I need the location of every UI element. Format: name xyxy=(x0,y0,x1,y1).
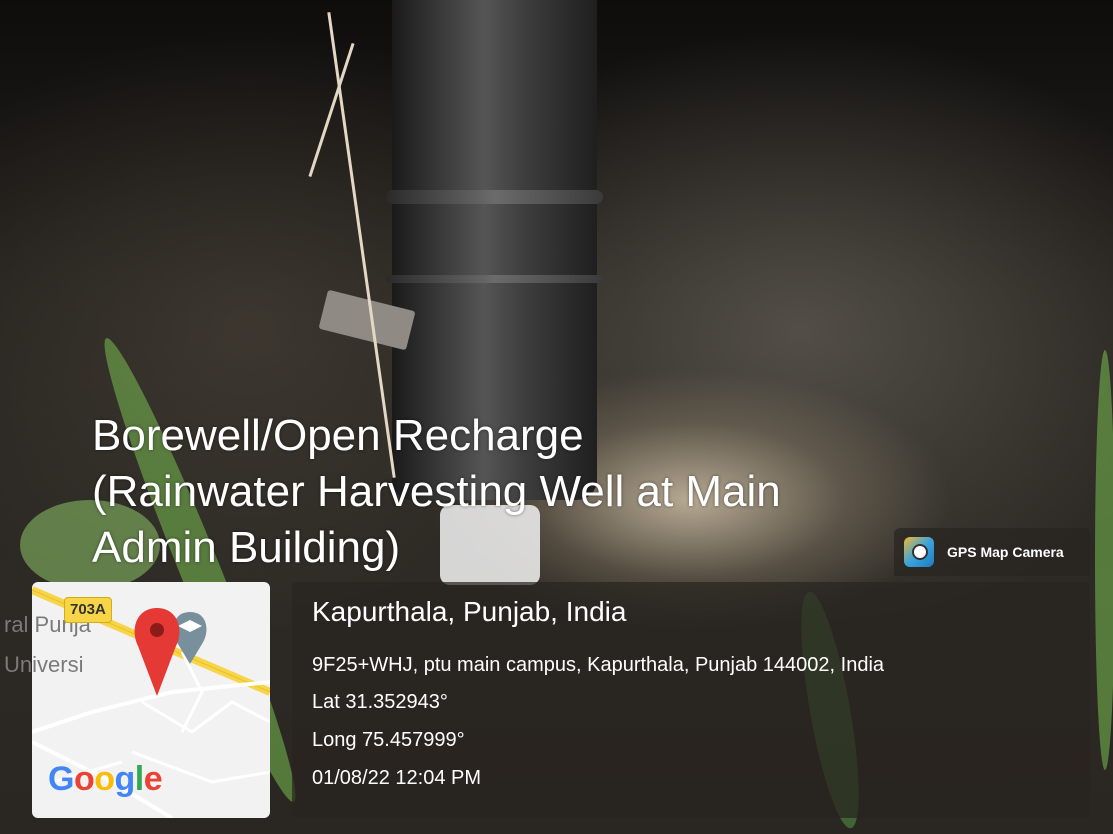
caption-line: Borewell/Open Recharge xyxy=(92,411,584,460)
google-logo: Google xyxy=(48,760,163,799)
logo-letter: G xyxy=(48,760,74,798)
gps-map-camera-icon xyxy=(904,537,934,567)
map-label-university: Universi xyxy=(4,652,84,677)
logo-letter: e xyxy=(143,760,163,798)
pipe-joint xyxy=(386,190,603,204)
location-address: 9F25+WHJ, ptu main campus, Kapurthala, P… xyxy=(312,654,885,676)
logo-letter: o xyxy=(73,760,95,798)
timestamp: 01/08/22 12:04 PM xyxy=(312,767,482,789)
location-pin-icon xyxy=(134,608,180,696)
pipe-joint xyxy=(386,275,603,283)
logo-letter: o xyxy=(94,760,115,798)
logo-letter: l xyxy=(134,760,144,798)
caption-line: Admin Building) xyxy=(92,523,401,572)
caption-line: (Rainwater Harvesting Well at Main xyxy=(92,467,781,516)
latitude-value: Lat 31.352943° xyxy=(312,691,448,713)
grass-blade xyxy=(1095,350,1113,770)
photo-caption: Borewell/Open Recharge (Rainwater Harves… xyxy=(92,408,912,576)
location-title: Kapurthala, Punjab, India xyxy=(312,596,627,627)
longitude-value: Long 75.457999° xyxy=(312,729,465,751)
gps-map-camera-label: GPS Map Camera xyxy=(947,544,1064,560)
road-number-badge: 703A xyxy=(64,597,112,623)
logo-letter: g xyxy=(114,760,136,798)
